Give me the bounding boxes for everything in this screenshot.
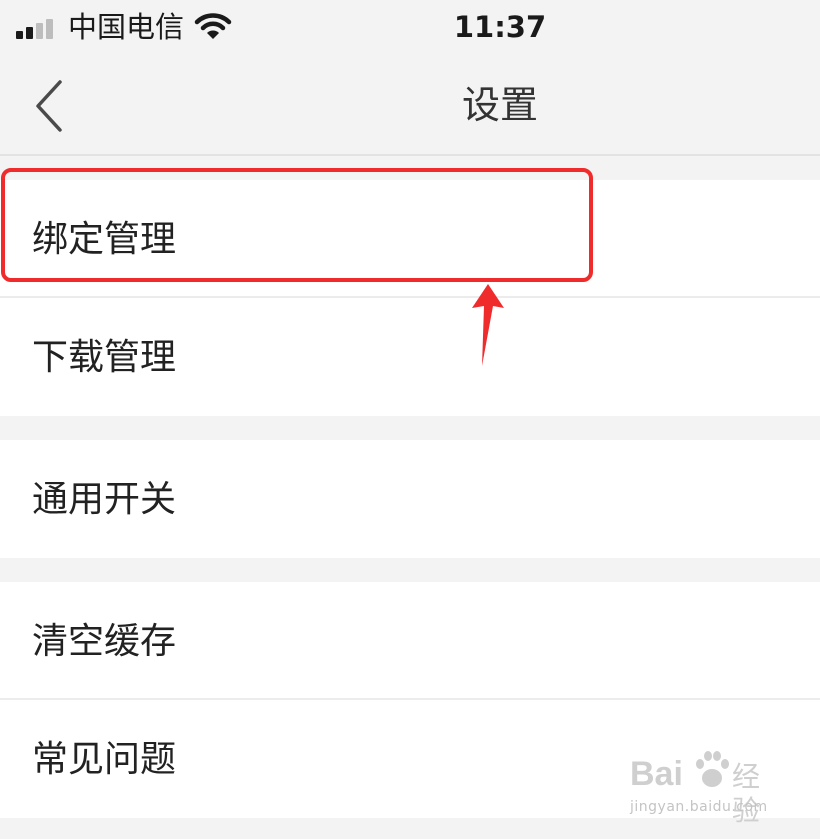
settings-item-label: 清空缓存 — [32, 621, 177, 662]
settings-item-download-management[interactable]: 下载管理 — [0, 298, 820, 416]
settings-list: 绑定管理 下载管理 通用开关 清空缓存 常见问题 — [0, 156, 820, 818]
section-gap — [0, 416, 820, 440]
settings-item-label: 下载管理 — [32, 337, 177, 378]
section-gap — [0, 156, 820, 180]
status-time: 11:37 — [453, 10, 547, 44]
settings-item-label: 通用开关 — [32, 479, 177, 520]
settings-item-faq[interactable]: 常见问题 — [0, 700, 820, 818]
settings-item-general-switches[interactable]: 通用开关 — [0, 440, 820, 558]
navigation-bar: 设置 — [0, 56, 820, 156]
settings-item-label: 绑定管理 — [32, 219, 177, 260]
settings-item-clear-cache[interactable]: 清空缓存 — [0, 582, 820, 700]
page-title: 设置 — [461, 83, 538, 127]
settings-item-binding-management[interactable]: 绑定管理 — [0, 180, 820, 298]
status-bar: 中国电信 11:37 — [0, 0, 820, 56]
section-gap — [0, 558, 820, 582]
settings-item-label: 常见问题 — [32, 739, 177, 780]
